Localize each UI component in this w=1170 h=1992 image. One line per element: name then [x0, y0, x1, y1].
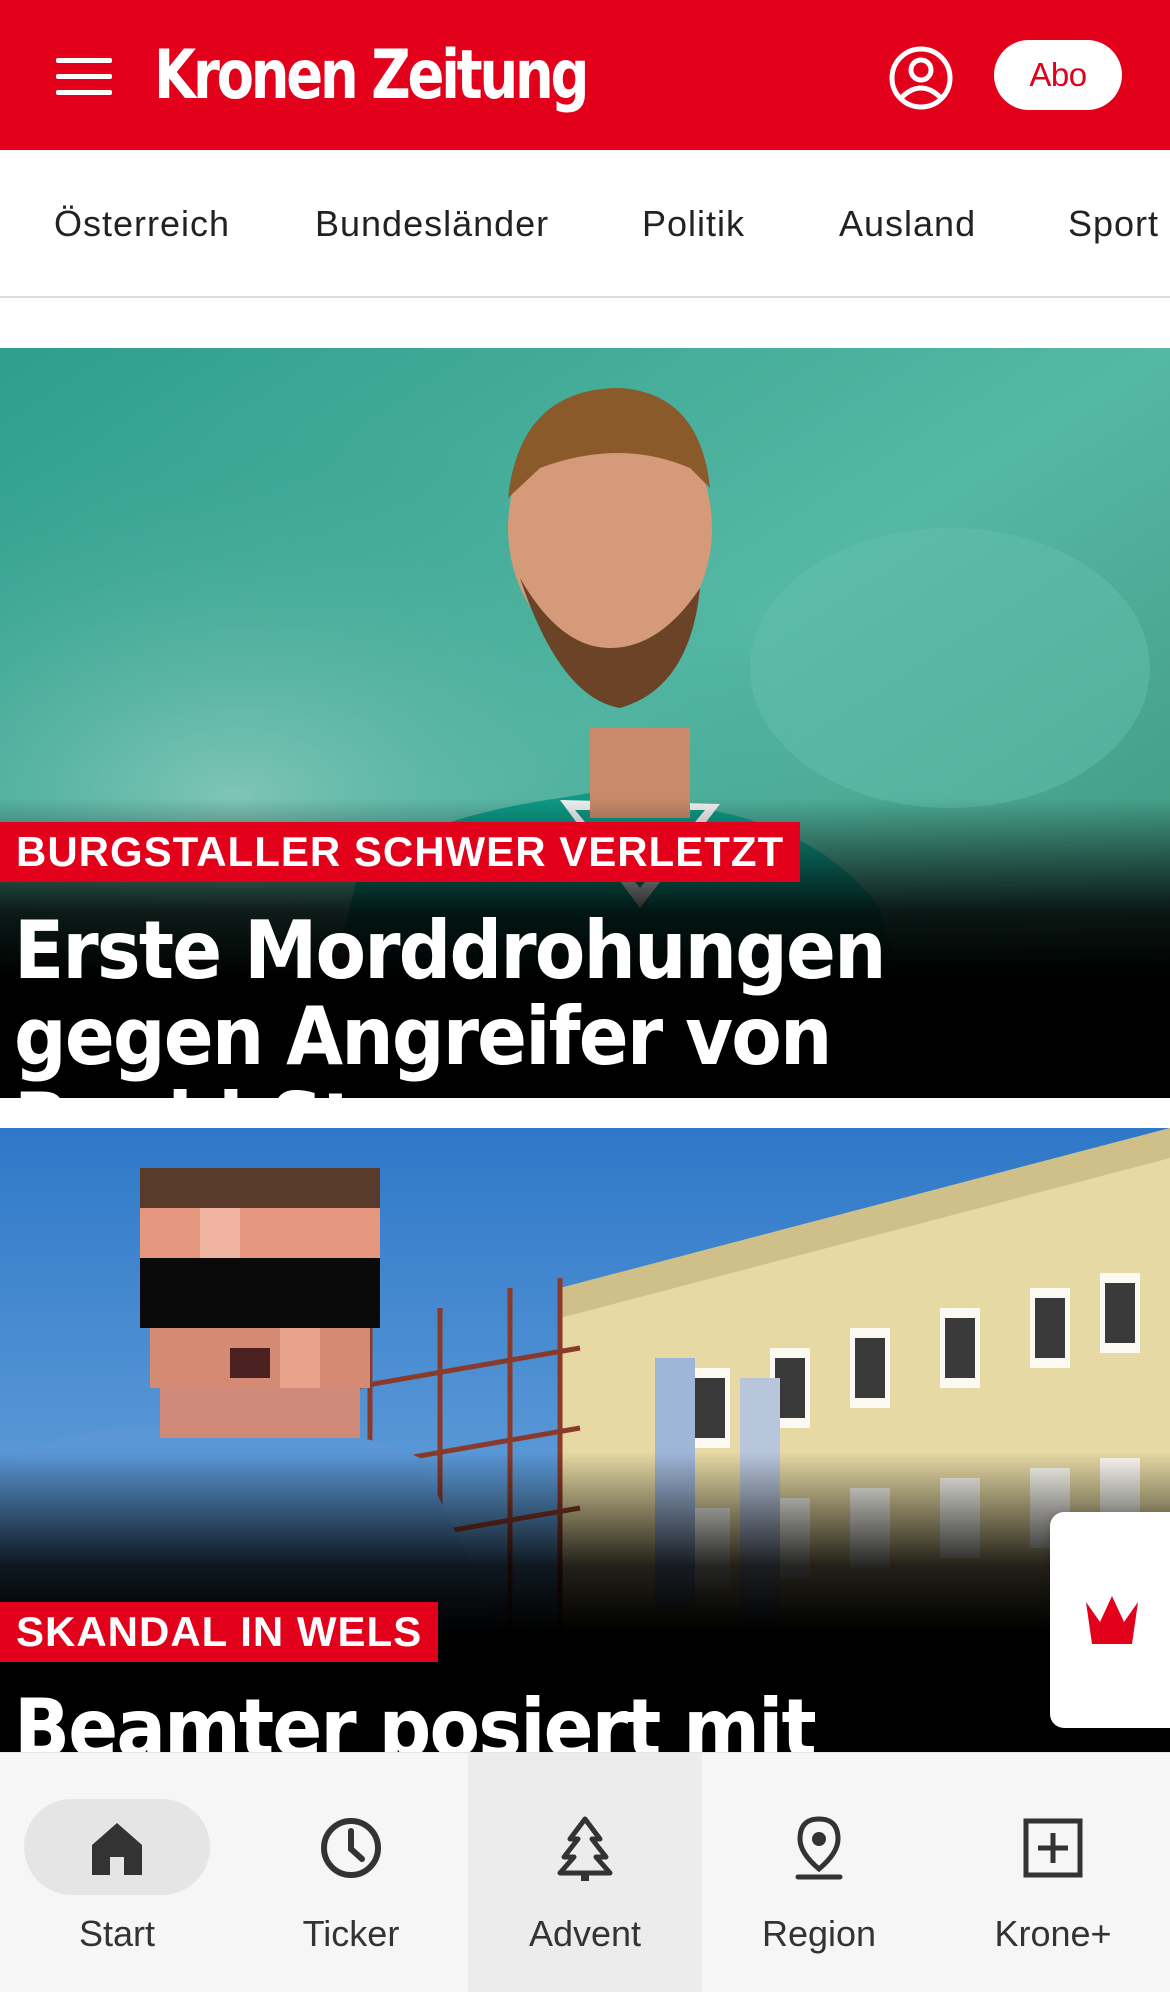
nav-ticker[interactable]: Ticker	[234, 1753, 468, 1992]
krone-widget-tab[interactable]	[1050, 1512, 1170, 1728]
article-kicker: SKANDAL IN WELS	[0, 1602, 439, 1662]
bottom-navigation: Start Ticker Advent Region Krone+	[0, 1752, 1170, 1992]
article-headline[interactable]: Erste Morddrohungen gegen Angreifer von …	[14, 908, 1063, 1099]
top-bar: Kronen Zeitung Abo	[0, 0, 1170, 150]
article-card-1[interactable]: BURGSTALLER SCHWER VERLETZT Erste Morddr…	[0, 348, 1170, 1098]
category-nav: Österreich Bundesländer Politik Ausland …	[0, 150, 1170, 298]
nav-label: Region	[761, 1913, 877, 1954]
site-logo[interactable]: Kronen Zeitung	[154, 34, 589, 118]
category-bundeslaender[interactable]: Bundesländer	[315, 150, 549, 296]
nav-label: Ticker	[302, 1913, 400, 1954]
nav-region[interactable]: Region	[702, 1753, 936, 1992]
nav-start[interactable]: Start	[0, 1753, 234, 1992]
article-headline[interactable]: Beamter posiert mit	[14, 1686, 1063, 1753]
nav-advent[interactable]: Advent	[468, 1753, 702, 1992]
home-icon	[92, 1823, 142, 1875]
account-icon[interactable]	[888, 45, 954, 111]
category-oesterreich[interactable]: Österreich	[54, 150, 230, 296]
article-kicker: BURGSTALLER SCHWER VERLETZT	[0, 822, 801, 882]
nav-label: Advent	[528, 1913, 642, 1954]
location-pin-icon	[795, 1816, 843, 1880]
category-ausland[interactable]: Ausland	[839, 150, 976, 296]
menu-icon[interactable]	[40, 42, 130, 108]
category-sport[interactable]: Sport	[1068, 150, 1159, 296]
category-politik[interactable]: Politik	[642, 150, 745, 296]
article-card-2[interactable]: SKANDAL IN WELS Beamter posiert mit	[0, 1128, 1170, 1752]
nav-label: Krone+	[994, 1913, 1112, 1954]
clock-icon	[321, 1818, 381, 1878]
tree-icon	[557, 1816, 613, 1881]
abo-button[interactable]: Abo	[994, 40, 1122, 110]
plus-box-icon	[1023, 1818, 1083, 1878]
crown-icon	[1086, 1596, 1138, 1644]
nav-label: Start	[78, 1913, 156, 1954]
nav-krone-plus[interactable]: Krone+	[936, 1753, 1170, 1992]
